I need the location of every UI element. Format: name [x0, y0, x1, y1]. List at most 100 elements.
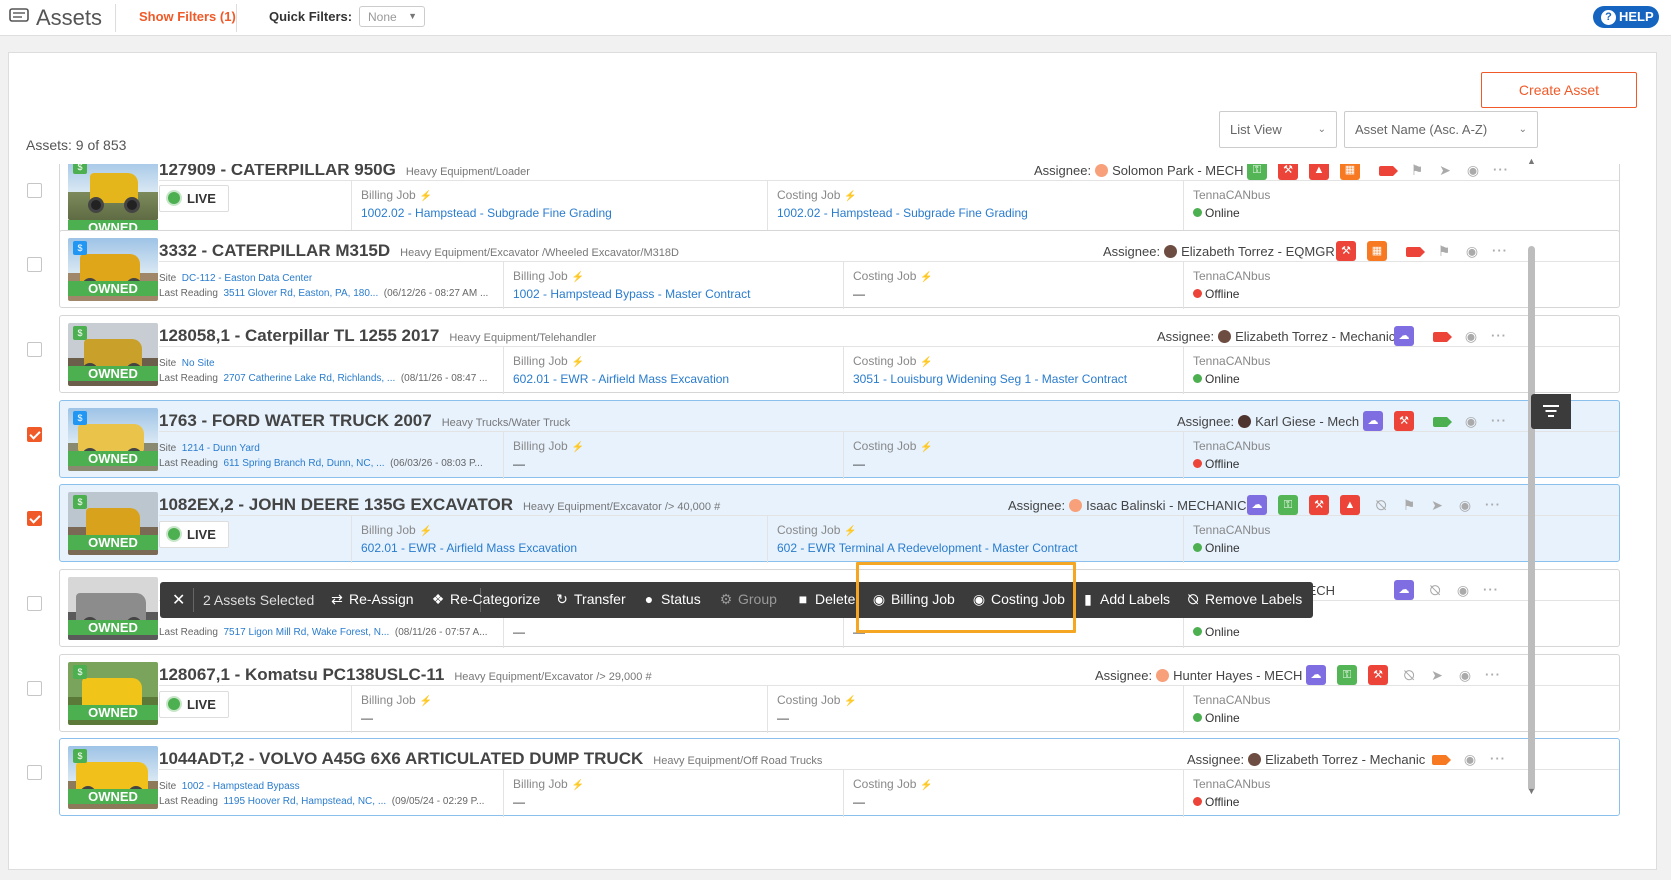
site-link[interactable]: 1214 - Dunn Yard	[182, 443, 260, 454]
last-reading-address[interactable]: 3511 Glover Rd, Easton, PA, 180...	[224, 288, 379, 299]
asset-name[interactable]: 1763 - FORD WATER TRUCK 2007	[159, 411, 432, 430]
costing-job-value[interactable]: 1002.02 - Hampstead - Subgrade Fine Grad…	[777, 206, 1028, 220]
cloud-icon[interactable]: ☁	[1363, 411, 1383, 431]
row-checkbox[interactable]	[27, 183, 42, 198]
cloud-icon[interactable]: ☁	[1306, 665, 1326, 685]
tag-icon[interactable]	[1406, 247, 1425, 257]
site-link[interactable]: DC-112 - Easton Data Center	[182, 273, 312, 284]
row-checkbox[interactable]	[27, 765, 42, 780]
eye-icon[interactable]: ◉	[1462, 241, 1482, 261]
sort-select[interactable]: Asset Name (Asc. A-Z) ⌄	[1344, 111, 1538, 148]
warning-icon[interactable]: ▲	[1340, 495, 1360, 515]
asset-card[interactable]: $ OWNED 1082EX,2 - JOHN DEERE 135G EXCAV…	[59, 484, 1620, 563]
eye-icon[interactable]: ◉	[1463, 164, 1483, 180]
row-checkbox[interactable]	[27, 596, 42, 611]
assignee-name[interactable]: Elizabeth Torrez - Mechanic	[1265, 752, 1425, 767]
costing-job-cell[interactable]: Costing Job ⚡ —	[777, 692, 857, 725]
costing-job-value[interactable]: —	[853, 287, 933, 301]
costing-job-cell[interactable]: Costing Job ⚡ 3051 - Louisburg Widening Se…	[853, 353, 1127, 386]
key-icon[interactable]: ⚿	[1337, 665, 1357, 685]
assignee[interactable]: Assignee: Hunter Hayes - MECH	[1095, 668, 1302, 683]
asset-name[interactable]: 1082EX,2 - JOHN DEERE 135G EXCAVATOR	[159, 495, 513, 514]
billing-job-value[interactable]: 1002 - Hampstead Bypass - Master Contrac…	[513, 287, 750, 301]
asset-card[interactable]: $ OWNED 127909 - CATERPILLAR 950G Heavy E…	[59, 164, 1620, 235]
key-icon[interactable]: ⚿	[1247, 164, 1267, 180]
billing-job-cell[interactable]: Billing Job ⚡ —	[513, 776, 584, 809]
assignee[interactable]: Assignee: Elizabeth Torrez - Mechanic	[1157, 329, 1395, 344]
asset-title[interactable]: 3332 - CATERPILLAR M315D Heavy Equipment/…	[159, 241, 679, 261]
costing-job-value[interactable]: —	[853, 795, 933, 809]
asset-name[interactable]: 128067,1 - Komatsu PC138USLC-11	[159, 665, 444, 684]
help-button[interactable]: ? HELP	[1593, 6, 1659, 28]
more-icon[interactable]: ···	[1489, 411, 1509, 431]
list-scrollbar[interactable]: ▲ ▼	[1524, 156, 1539, 801]
asset-row[interactable]: $ OWNED 1082EX,2 - JOHN DEERE 135G EXCAV…	[8, 484, 1628, 569]
costing-job-value[interactable]: —	[853, 457, 933, 471]
no-tag-icon[interactable]: ⦰	[1371, 495, 1391, 515]
costing-job-cell[interactable]: Costing Job ⚡ 602 - EWR Terminal A Redevel…	[777, 522, 1078, 555]
asset-card[interactable]: $ OWNED 1044ADT,2 - VOLVO A45G 6X6 ARTIC…	[59, 738, 1620, 817]
transfer-button[interactable]: ↻ Transfer	[555, 591, 625, 608]
qr-icon[interactable]: ▦	[1367, 241, 1387, 261]
qr-icon[interactable]: ▦	[1340, 164, 1360, 180]
last-reading-address[interactable]: 611 Spring Branch Rd, Dunn, NC, ...	[224, 458, 385, 469]
eye-icon[interactable]: ◉	[1455, 495, 1475, 515]
billing-job-value[interactable]: 602.01 - EWR - Airfield Mass Excavation	[513, 372, 729, 386]
tag-icon[interactable]	[1433, 332, 1452, 342]
assignee-name[interactable]: Elizabeth Torrez - Mechanic	[1235, 329, 1395, 344]
eye-icon[interactable]: ◉	[1461, 411, 1481, 431]
add-labels-button[interactable]: ▮ Add Labels	[1081, 591, 1170, 608]
flag-icon[interactable]: ⚑	[1434, 241, 1454, 261]
billing-job-cell[interactable]: Billing Job ⚡ —	[361, 692, 432, 725]
asset-name[interactable]: 127909 - CATERPILLAR 950G	[159, 164, 396, 179]
asset-row[interactable]: $ OWNED 3332 - CATERPILLAR M315D Heavy Eq…	[8, 230, 1628, 315]
asset-row[interactable]: $ OWNED 1763 - FORD WATER TRUCK 2007 Heav…	[8, 400, 1628, 485]
row-checkbox[interactable]	[27, 342, 42, 357]
navigate-icon[interactable]: ➤	[1427, 495, 1447, 515]
reassign-button[interactable]: ⇄ Re-Assign	[330, 591, 413, 608]
assignee[interactable]: Assignee: Elizabeth Torrez - Mechanic	[1187, 752, 1425, 767]
show-filters-link[interactable]: Show Filters (1)	[139, 9, 236, 24]
eye-icon[interactable]: ◉	[1455, 665, 1475, 685]
tag-icon[interactable]	[1433, 417, 1452, 427]
more-icon[interactable]: ···	[1483, 665, 1503, 685]
remove-labels-button[interactable]: ⦰ Remove Labels	[1186, 591, 1302, 608]
scroll-down-icon[interactable]: ▼	[1527, 786, 1536, 796]
billing-job-cell[interactable]: Billing Job ⚡ 1002 - Hampstead Bypass - Ma…	[513, 268, 750, 301]
scroll-up-icon[interactable]: ▲	[1527, 156, 1536, 166]
scrollbar-thumb[interactable]	[1528, 246, 1535, 791]
billing-job-value[interactable]: 1002.02 - Hampstead - Subgrade Fine Grad…	[361, 206, 612, 220]
eye-icon[interactable]: ◉	[1460, 749, 1480, 769]
key-icon[interactable]: ⚿	[1278, 495, 1298, 515]
costing-job-cell[interactable]: Costing Job ⚡ —	[853, 438, 933, 471]
flag-icon[interactable]: ⚑	[1399, 495, 1419, 515]
delete-button[interactable]: ■ Delete	[796, 591, 856, 607]
asset-row[interactable]: $ OWNED 128067,1 - Komatsu PC138USLC-11 H…	[8, 654, 1628, 739]
more-icon[interactable]: ···	[1483, 495, 1503, 515]
asset-name[interactable]: 1044ADT,2 - VOLVO A45G 6X6 ARTICULATED D…	[159, 749, 643, 768]
tag-icon[interactable]	[1432, 755, 1451, 765]
asset-title[interactable]: 127909 - CATERPILLAR 950G Heavy Equipment…	[159, 164, 530, 180]
navigate-icon[interactable]: ➤	[1427, 665, 1447, 685]
wrench-icon[interactable]: ⚒	[1368, 665, 1388, 685]
asset-title[interactable]: 1763 - FORD WATER TRUCK 2007 Heavy Trucks…	[159, 411, 570, 431]
assignee[interactable]: Assignee: Elizabeth Torrez - EQMGR	[1103, 244, 1335, 259]
asset-row[interactable]: $ OWNED 1044ADT,2 - VOLVO A45G 6X6 ARTIC…	[8, 738, 1628, 823]
billing-job-cell[interactable]: Billing Job ⚡ 602.01 - EWR - Airfield Mass…	[513, 353, 729, 386]
assignee-name[interactable]: Karl Giese - Mech	[1255, 414, 1359, 429]
flag-icon[interactable]: ⚑	[1407, 164, 1427, 180]
asset-card[interactable]: $ OWNED 128058,1 - Caterpillar TL 1255 2…	[59, 315, 1620, 394]
billing-job-value[interactable]: 602.01 - EWR - Airfield Mass Excavation	[361, 541, 577, 555]
asset-card[interactable]: $ OWNED 128067,1 - Komatsu PC138USLC-11 H…	[59, 654, 1620, 733]
cloud-icon[interactable]: ☁	[1394, 326, 1414, 346]
assignee-name[interactable]: Hunter Hayes - MECH	[1173, 668, 1302, 683]
site-link[interactable]: 1002 - Hampstead Bypass	[182, 781, 300, 792]
cloud-icon[interactable]: ☁	[1394, 580, 1414, 600]
last-reading-address[interactable]: 7517 Ligon Mill Rd, Wake Forest, N...	[224, 627, 390, 638]
wrench-icon[interactable]: ⚒	[1336, 241, 1356, 261]
asset-name[interactable]: 128058,1 - Caterpillar TL 1255 2017	[159, 326, 439, 345]
costing-job-value[interactable]: —	[777, 711, 857, 725]
more-icon[interactable]: ···	[1481, 580, 1501, 600]
assignee-name[interactable]: Elizabeth Torrez - EQMGR	[1181, 244, 1335, 259]
eye-icon[interactable]: ◉	[1453, 580, 1473, 600]
